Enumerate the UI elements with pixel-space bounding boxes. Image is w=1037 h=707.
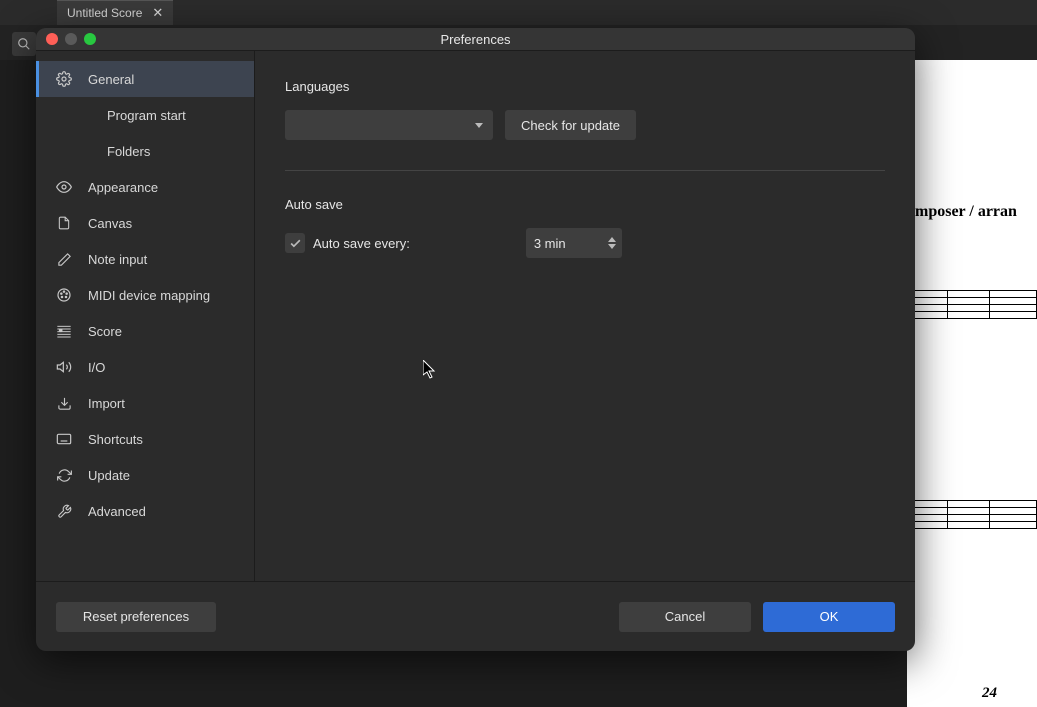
sidebar-item-label: General <box>88 72 134 87</box>
page-icon <box>56 215 72 231</box>
sidebar-item-label: Folders <box>107 144 150 159</box>
autosave-interval-spinbox[interactable]: 3 min <box>526 228 622 258</box>
dialog-title: Preferences <box>440 32 510 47</box>
chevron-down-icon <box>475 123 483 128</box>
sidebar-item-label: Import <box>88 396 125 411</box>
composer-text: omposer / arran <box>907 203 1017 221</box>
preferences-content: Languages Check for update Auto save Aut… <box>255 51 915 581</box>
sidebar-item-label: Note input <box>88 252 147 267</box>
autosave-checkbox[interactable] <box>285 233 305 253</box>
refresh-icon <box>56 467 72 483</box>
dialog-titlebar: Preferences <box>36 28 915 51</box>
download-icon <box>56 395 72 411</box>
languages-heading: Languages <box>285 79 885 94</box>
sidebar-item-shortcuts[interactable]: Shortcuts <box>36 421 254 457</box>
spinbox-arrows <box>608 237 616 249</box>
sidebar-item-folders[interactable]: Folders <box>36 133 254 169</box>
search-button[interactable] <box>12 32 36 56</box>
document-tab-bar: Untitled Score ✕ <box>0 0 1037 25</box>
cancel-button[interactable]: Cancel <box>619 602 751 632</box>
ok-button[interactable]: OK <box>763 602 895 632</box>
keyboard-icon <box>56 431 72 447</box>
score-page-background: omposer / arran 24 <box>907 60 1037 707</box>
sidebar-item-label: Program start <box>107 108 186 123</box>
sidebar-item-label: Advanced <box>88 504 146 519</box>
zoom-window-button[interactable] <box>84 33 96 45</box>
sidebar-item-label: Update <box>88 468 130 483</box>
gear-icon <box>56 71 72 87</box>
document-tab[interactable]: Untitled Score ✕ <box>57 0 173 25</box>
document-tab-title: Untitled Score <box>67 6 142 20</box>
sidebar-item-update[interactable]: Update <box>36 457 254 493</box>
reset-label: Reset preferences <box>83 609 189 624</box>
pencil-icon <box>56 251 72 267</box>
autosave-value: 3 min <box>534 236 566 251</box>
window-controls <box>46 33 96 45</box>
spin-up-icon[interactable] <box>608 237 616 242</box>
sidebar-item-score[interactable]: Score <box>36 313 254 349</box>
preferences-sidebar: General Program start Folders Appearance… <box>36 51 255 581</box>
speaker-icon <box>56 359 72 375</box>
divider <box>285 170 885 171</box>
sidebar-item-label: I/O <box>88 360 105 375</box>
autosave-heading: Auto save <box>285 197 885 212</box>
close-window-button[interactable] <box>46 33 58 45</box>
sidebar-item-label: Score <box>88 324 122 339</box>
sidebar-item-label: Shortcuts <box>88 432 143 447</box>
sidebar-item-io[interactable]: I/O <box>36 349 254 385</box>
minimize-window-button[interactable] <box>65 33 77 45</box>
sidebar-item-label: MIDI device mapping <box>88 288 210 303</box>
eye-icon <box>56 179 72 195</box>
ok-label: OK <box>820 609 839 624</box>
sidebar-item-import[interactable]: Import <box>36 385 254 421</box>
spin-down-icon[interactable] <box>608 244 616 249</box>
measure-number: 24 <box>982 685 997 702</box>
sidebar-item-note-input[interactable]: Note input <box>36 241 254 277</box>
staff-line <box>907 290 1037 318</box>
cancel-label: Cancel <box>665 609 705 624</box>
sidebar-item-midi[interactable]: MIDI device mapping <box>36 277 254 313</box>
midi-icon <box>56 287 72 303</box>
check-update-label: Check for update <box>521 118 620 133</box>
wrench-icon <box>56 503 72 519</box>
sidebar-item-appearance[interactable]: Appearance <box>36 169 254 205</box>
sidebar-item-general[interactable]: General <box>36 61 254 97</box>
score-icon <box>56 323 72 339</box>
staff-line <box>907 500 1037 528</box>
preferences-dialog: Preferences General Program start Folder… <box>36 28 915 651</box>
sidebar-item-label: Canvas <box>88 216 132 231</box>
dialog-footer: Reset preferences Cancel OK <box>36 581 915 651</box>
language-dropdown[interactable] <box>285 110 493 140</box>
autosave-label: Auto save every: <box>313 236 410 251</box>
sidebar-item-label: Appearance <box>88 180 158 195</box>
reset-preferences-button[interactable]: Reset preferences <box>56 602 216 632</box>
sidebar-item-program-start[interactable]: Program start <box>36 97 254 133</box>
close-icon[interactable]: ✕ <box>152 5 163 21</box>
check-update-button[interactable]: Check for update <box>505 110 636 140</box>
sidebar-item-canvas[interactable]: Canvas <box>36 205 254 241</box>
sidebar-item-advanced[interactable]: Advanced <box>36 493 254 529</box>
